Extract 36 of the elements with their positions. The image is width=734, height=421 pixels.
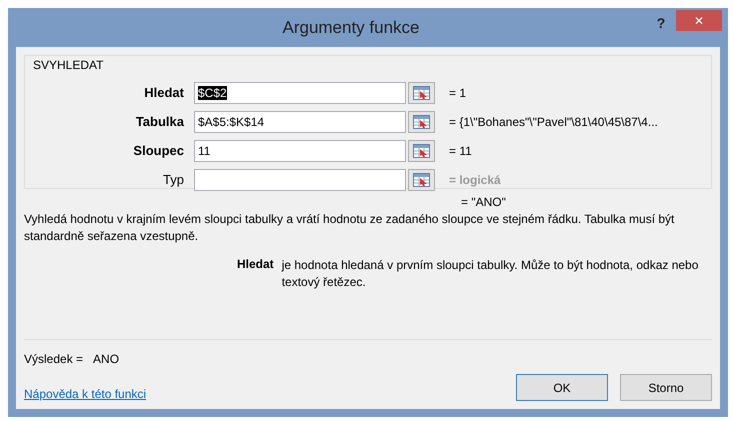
collapse-dialog-button[interactable] [408, 110, 435, 132]
argument-field[interactable]: $A$5:$K$14 [194, 110, 406, 132]
argument-result: = logická [449, 172, 501, 186]
argument-result: = 1 [449, 86, 466, 100]
argument-label: Typ [162, 172, 185, 187]
collapse-dialog-button[interactable] [408, 140, 435, 162]
argument-label: Tabulka [134, 114, 185, 129]
field-value: $C$2 [198, 86, 227, 100]
field-value: 11 [198, 144, 210, 158]
collapse-dialog-button[interactable] [408, 82, 435, 104]
argument-label: Hledat [143, 85, 185, 100]
dialog-button[interactable]: OK [516, 374, 608, 401]
argument-field[interactable] [194, 168, 406, 190]
range-select-icon [413, 172, 430, 186]
argument-label: Sloupec [132, 143, 185, 158]
function-name: SVYHLEDAT [33, 58, 104, 72]
window-title: Argumenty funkce [281, 18, 420, 38]
dialog-button[interactable]: Storno [620, 374, 712, 401]
range-select-icon [413, 144, 430, 158]
argument-help-text: je hodnota hledaná v prvním sloupci tabulky. Může to být hodnota, odkaz nebo textový řetězec. [282, 257, 700, 291]
close-button[interactable]: ✕ [676, 10, 722, 31]
argument-field[interactable]: 11 [194, 140, 406, 162]
argument-result: = 11 [449, 144, 472, 158]
result-value: ANO [93, 352, 120, 366]
argument-help-name: Hledat [237, 257, 274, 273]
argument-field[interactable]: $C$2 [194, 82, 406, 104]
range-select-icon [413, 86, 430, 100]
range-select-icon [413, 114, 430, 128]
result-label: Výsledek = [24, 352, 84, 366]
argument-result: = {1\"Bohanes"\"Pavel"\81\40\45\87\4... [449, 114, 658, 128]
formula-result: = "ANO" [461, 195, 507, 209]
help-button[interactable]: ? [646, 12, 676, 34]
help-link[interactable]: Nápověda k této funkci [24, 386, 504, 400]
function-description: Vyhledá hodnotu v krajním levém sloupci tabulky a vrátí hodnotu ze zadaného sloupce ve stejném řádku. Tabulka musí být standardně seřazena vzestupně. [24, 211, 676, 245]
collapse-dialog-button[interactable] [408, 168, 435, 190]
field-value: $A$5:$K$14 [198, 114, 264, 128]
